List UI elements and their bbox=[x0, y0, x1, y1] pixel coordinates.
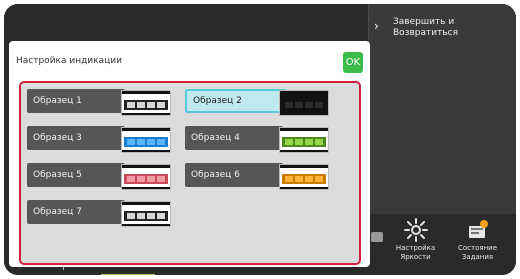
preview-cell bbox=[295, 102, 303, 108]
brightness-icon bbox=[403, 218, 428, 242]
preview-cell bbox=[305, 176, 313, 182]
preview-cell bbox=[147, 139, 155, 145]
option-sample-1[interactable]: Образец 1 bbox=[27, 89, 175, 116]
preview-cell bbox=[315, 176, 323, 182]
right-action-panel: › Завершить и Возвратиться bbox=[368, 4, 516, 214]
brightness-label-line2: Яркости bbox=[400, 253, 431, 261]
preview-bottombar bbox=[280, 113, 328, 115]
job-status-label-line2: Задания bbox=[461, 253, 494, 261]
option-sample-6[interactable]: Образец 6 bbox=[185, 163, 333, 190]
preview-bottombar bbox=[280, 150, 328, 152]
option-label: Образец 7 bbox=[27, 200, 125, 224]
preview-cell bbox=[157, 176, 165, 182]
option-label: Образец 5 bbox=[27, 163, 125, 187]
preview-band bbox=[282, 174, 326, 184]
preview-cell bbox=[315, 102, 323, 108]
option-label: Образец 3 bbox=[27, 126, 125, 150]
preview-topbar bbox=[280, 128, 328, 131]
theme-preview bbox=[121, 127, 171, 153]
preview-band bbox=[282, 100, 326, 110]
brightness-label-line1: Настройка bbox=[395, 244, 436, 252]
job-status-button[interactable]: Состояние Задания bbox=[450, 218, 505, 274]
preview-band bbox=[124, 100, 168, 110]
option-sample-7[interactable]: Образец 7 bbox=[27, 200, 175, 227]
bottom-active-indicator bbox=[101, 274, 155, 275]
preview-cell bbox=[137, 213, 145, 219]
preview-band bbox=[124, 174, 168, 184]
device-icon bbox=[371, 232, 383, 242]
preview-cell bbox=[127, 176, 135, 182]
theme-preview bbox=[279, 164, 329, 190]
preview-cell bbox=[137, 176, 145, 182]
finish-return-label: Завершить и Возвратиться bbox=[393, 17, 493, 39]
preview-cell bbox=[295, 139, 303, 145]
option-label: Образец 6 bbox=[185, 163, 283, 187]
preview-cell bbox=[137, 139, 145, 145]
option-label: Образец 1 bbox=[27, 89, 125, 113]
option-sample-2[interactable]: Образец 2 bbox=[185, 89, 333, 116]
ok-button[interactable]: OK bbox=[343, 52, 363, 73]
preview-bottombar bbox=[280, 187, 328, 189]
job-status-label-line1: Состояние bbox=[457, 244, 498, 252]
preview-cell bbox=[127, 139, 135, 145]
preview-topbar bbox=[280, 91, 328, 94]
preview-topbar bbox=[280, 165, 328, 168]
option-label: Образец 4 bbox=[185, 126, 283, 150]
dialog-title: Настройка индикации bbox=[16, 56, 122, 66]
preview-cell bbox=[285, 176, 293, 182]
option-sample-4[interactable]: Образец 4 bbox=[185, 126, 333, 153]
option-sample-5[interactable]: Образец 5 bbox=[27, 163, 175, 190]
preview-cell bbox=[127, 213, 135, 219]
finish-return-line2: Возвратиться bbox=[393, 28, 458, 38]
finish-return-line1: Завершить и bbox=[393, 17, 455, 27]
options-area: Образец 1 Образец 2 Образец 3 Образец 4 … bbox=[19, 81, 361, 265]
preview-topbar bbox=[122, 165, 170, 168]
preview-bottombar bbox=[122, 187, 170, 189]
preview-cell bbox=[157, 102, 165, 108]
preview-cell bbox=[285, 102, 293, 108]
preview-cell bbox=[305, 102, 313, 108]
device-screen: › Завершить и Возвратиться Y Настройка Я… bbox=[4, 4, 516, 275]
preview-cell bbox=[157, 213, 165, 219]
preview-cell bbox=[147, 213, 155, 219]
preview-topbar bbox=[122, 202, 170, 205]
brightness-button[interactable]: Настройка Яркости bbox=[388, 218, 443, 274]
preview-cell bbox=[147, 176, 155, 182]
preview-band bbox=[282, 137, 326, 147]
display-settings-dialog: Настройка индикации OK Образец 1 Образец… bbox=[9, 41, 370, 267]
preview-cell bbox=[285, 139, 293, 145]
preview-cell bbox=[305, 139, 313, 145]
preview-bottombar bbox=[122, 113, 170, 115]
theme-preview bbox=[279, 127, 329, 153]
preview-topbar bbox=[122, 128, 170, 131]
preview-band bbox=[124, 137, 168, 147]
preview-cell bbox=[315, 139, 323, 145]
preview-bottombar bbox=[122, 150, 170, 152]
theme-preview bbox=[279, 90, 329, 116]
preview-cell bbox=[147, 102, 155, 108]
theme-preview bbox=[121, 201, 171, 227]
option-sample-3[interactable]: Образец 3 bbox=[27, 126, 175, 153]
theme-preview bbox=[121, 90, 171, 116]
preview-topbar bbox=[122, 91, 170, 94]
finish-return-button[interactable]: › Завершить и Возвратиться bbox=[369, 14, 506, 42]
theme-preview bbox=[121, 164, 171, 190]
option-label: Образец 2 bbox=[185, 89, 287, 113]
preview-bottombar bbox=[122, 224, 170, 226]
preview-cell bbox=[137, 102, 145, 108]
preview-band bbox=[124, 211, 168, 221]
preview-cell bbox=[157, 139, 165, 145]
job-status-icon bbox=[468, 220, 488, 238]
chevron-right-icon: › bbox=[374, 19, 379, 33]
preview-cell bbox=[295, 176, 303, 182]
preview-cell bbox=[127, 102, 135, 108]
